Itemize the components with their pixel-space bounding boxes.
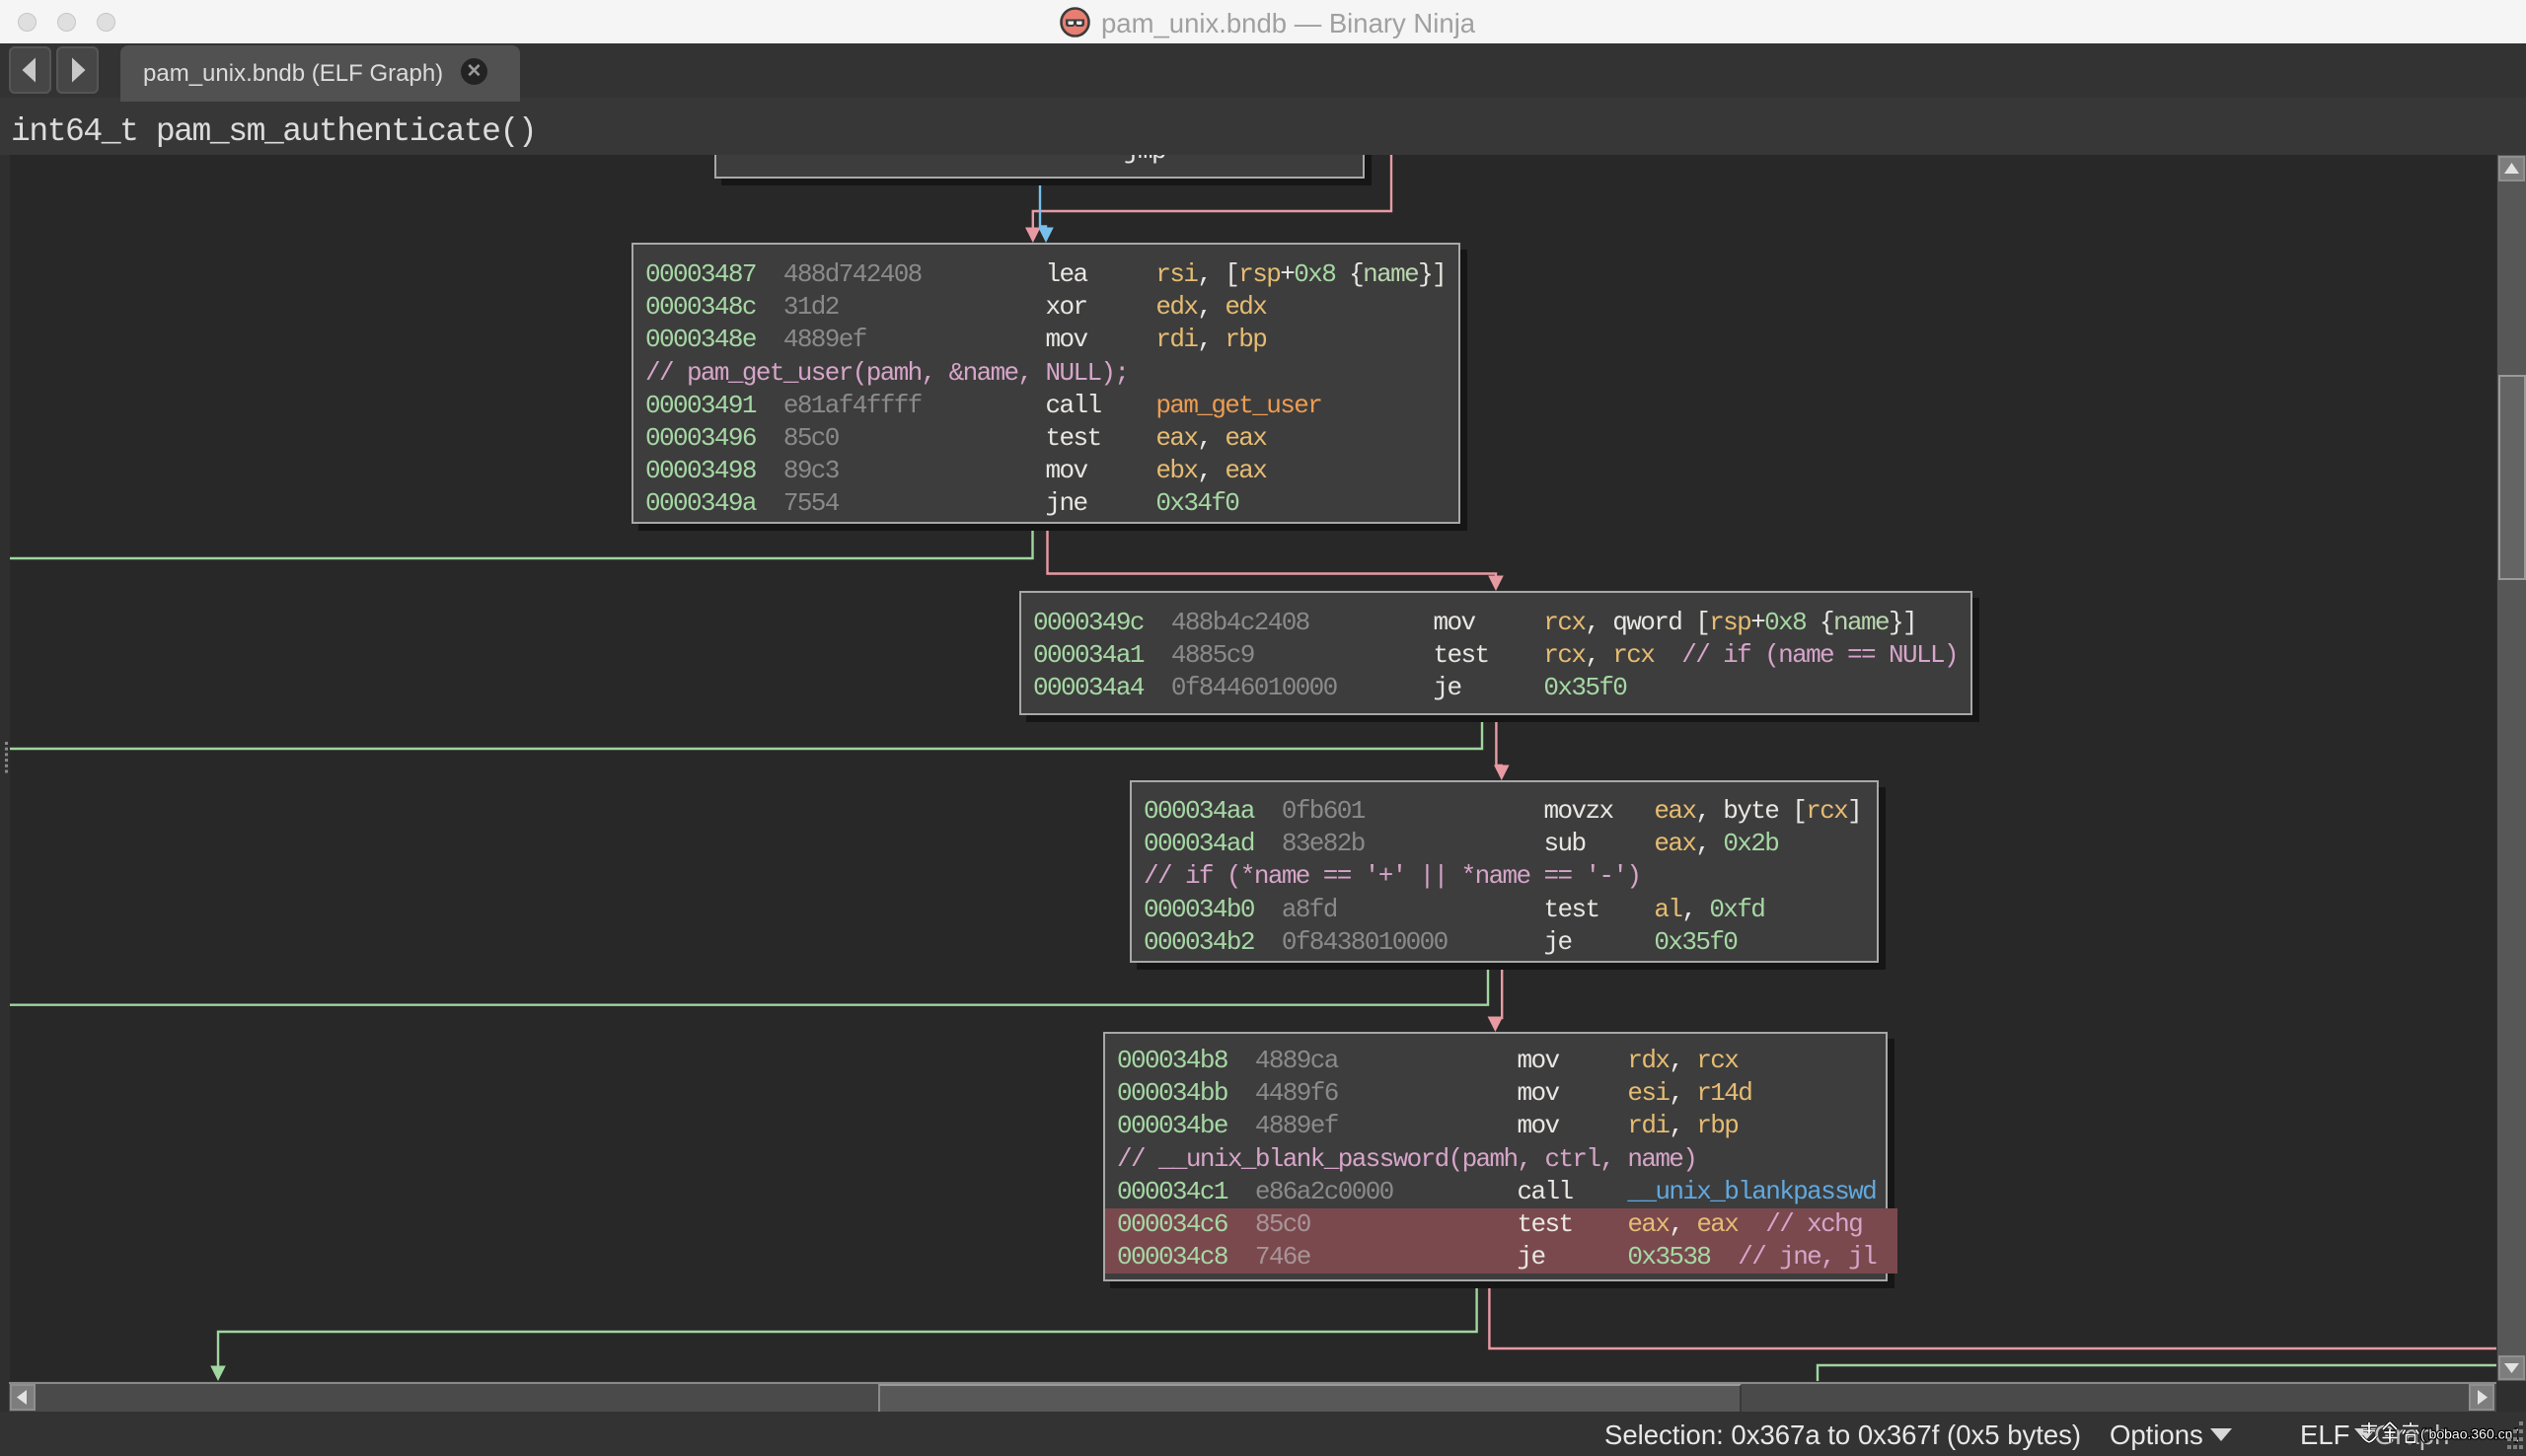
svg-text:( bobao.360.cn ): ( bobao.360.cn ) [2420, 1426, 2518, 1442]
